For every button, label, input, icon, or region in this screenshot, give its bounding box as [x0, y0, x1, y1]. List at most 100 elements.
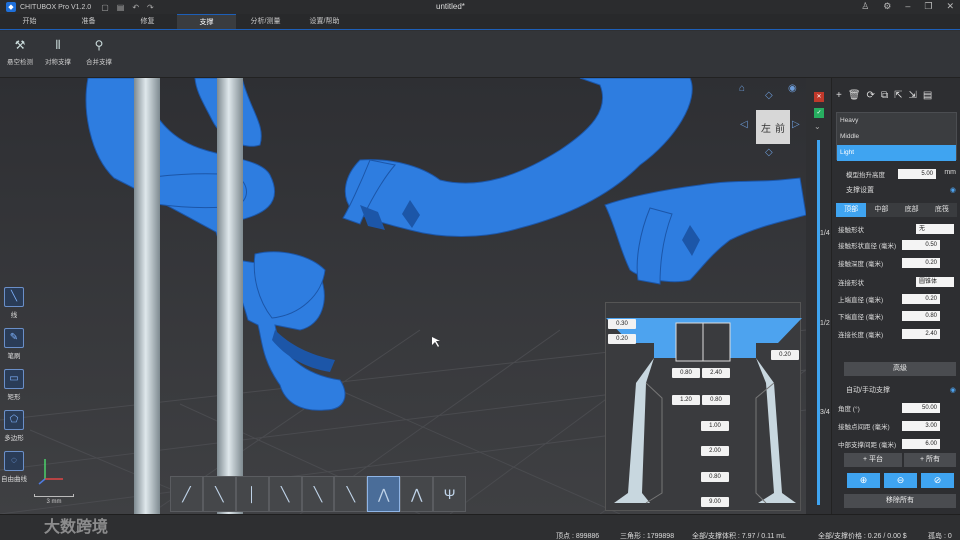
nav-cube[interactable]: 左 前	[756, 110, 790, 144]
new-file-icon[interactable]: ▢	[101, 3, 109, 12]
support-type-7[interactable]: ⋀	[367, 476, 401, 512]
title-bar: ◆ CHITUBOX Pro V1.2.0 ▢ ▤ ↶ ↷ untitled* …	[0, 0, 960, 14]
edit-support-button[interactable]: ⊘	[921, 473, 954, 488]
angle-row: 角度 (°) 50.00	[838, 403, 958, 413]
mirror-support-button[interactable]: ⫴ 对称支撑	[38, 38, 78, 66]
freehand-icon: ◌	[4, 451, 24, 471]
rotate-right-icon[interactable]: ▷	[792, 119, 800, 130]
export-icon[interactable]: ⇱	[894, 90, 902, 101]
add-platform-button[interactable]: + 平台	[844, 453, 902, 467]
tab-raft[interactable]: 底筏	[926, 203, 957, 217]
save-icon[interactable]: ▤	[117, 3, 125, 12]
remove-support-button[interactable]: ⊖	[884, 473, 917, 488]
diagram-value-top-a: 0.30	[608, 319, 636, 329]
auto-manual-header[interactable]: 自动/手动支撑 ◉	[836, 384, 960, 397]
add-all-button[interactable]: + 所有	[904, 453, 956, 467]
tab-start[interactable]: 开始	[0, 14, 59, 29]
restore-button[interactable]: ❐	[924, 1, 932, 12]
connection-length-input[interactable]: 2.40	[902, 329, 940, 339]
tab-middle[interactable]: 中部	[866, 203, 897, 217]
lift-height-input[interactable]: 5.00	[898, 169, 936, 179]
mid-spacing-input[interactable]: 6.00	[902, 439, 940, 449]
visibility-eye-icon[interactable]: ◉	[950, 184, 956, 197]
line-tool[interactable]: ╲ 线	[0, 287, 28, 326]
remove-all-button[interactable]: 移除所有	[844, 494, 956, 508]
save-profile-icon[interactable]: ▤	[923, 90, 932, 101]
import-icon[interactable]: ⇲	[908, 90, 916, 101]
tab-repair[interactable]: 修复	[118, 14, 177, 29]
lower-diameter-input[interactable]: 0.80	[902, 311, 940, 321]
redo-icon[interactable]: ↷	[147, 3, 154, 12]
rotate-up-icon[interactable]: ◇	[765, 90, 773, 101]
rectangle-tool[interactable]: ▭ 矩形	[0, 369, 28, 408]
support-settings-header[interactable]: 支撑设置 ◉	[836, 184, 960, 197]
support-type-1[interactable]: ╱	[170, 476, 203, 512]
angle-input[interactable]: 50.00	[902, 403, 940, 413]
slider-confirm-icon[interactable]: ✓	[814, 108, 824, 118]
rotate-left-icon[interactable]: ◁	[740, 119, 748, 130]
brush-tool[interactable]: ✎ 笔刷	[0, 328, 28, 367]
tab-top[interactable]: 顶部	[836, 203, 867, 217]
merge-support-button[interactable]: ⚲ 合并支撑	[79, 38, 119, 66]
add-support-button[interactable]: ⊕	[847, 473, 880, 488]
support-type-2[interactable]: ╲	[202, 476, 236, 512]
support-pole-2[interactable]	[217, 78, 243, 514]
connection-shape-select[interactable]: 圆锥体	[916, 277, 954, 287]
polygon-icon: ⬠	[4, 410, 24, 430]
support-type-9[interactable]: Ψ	[433, 476, 467, 512]
layer-slider[interactable]: ✕ ✓ ⌄ 1/4 1/2 3/4	[806, 78, 831, 514]
support-type-3[interactable]: │	[235, 476, 269, 512]
document-title: untitled*	[436, 2, 465, 11]
contact-shape-select[interactable]: 无	[916, 224, 954, 234]
diagram-value-v2: 2.00	[701, 446, 729, 456]
polygon-tool[interactable]: ⬠ 多边形	[0, 410, 28, 449]
contact-spacing-input[interactable]: 3.00	[902, 421, 940, 431]
tab-bottom[interactable]: 底部	[896, 203, 927, 217]
delete-icon[interactable]: 🗑	[848, 90, 861, 101]
account-icon[interactable]: ♙	[861, 1, 869, 12]
tab-analysis[interactable]: 分析/测量	[236, 14, 295, 29]
contact-depth-input[interactable]: 0.20	[902, 258, 940, 268]
tab-support[interactable]: 支撑	[177, 14, 236, 29]
minimize-button[interactable]: –	[905, 1, 910, 12]
add-icon[interactable]: +	[836, 90, 842, 101]
profile-heavy[interactable]: Heavy	[837, 113, 956, 129]
advanced-button[interactable]: 高级	[844, 362, 956, 376]
diagram-value-v4: 9.00	[701, 497, 729, 507]
nav-cube-front[interactable]: 前	[775, 120, 785, 135]
brush-tool-label: 笔刷	[7, 353, 21, 360]
auto-visibility-eye-icon[interactable]: ◉	[950, 384, 956, 397]
rotate-down-icon[interactable]: ◇	[765, 147, 773, 158]
view-eye-icon[interactable]: ◉	[788, 83, 797, 94]
hollow-detect-button[interactable]: ⚒ 悬空检测	[0, 38, 40, 66]
contact-diameter-label: 接触形状直径 (毫米)	[838, 243, 897, 250]
refresh-icon[interactable]: ⟳	[867, 90, 875, 101]
diagram-value-v3: 0.80	[701, 472, 729, 482]
undo-icon[interactable]: ↶	[132, 3, 139, 12]
copy-icon[interactable]: ⧉	[881, 90, 888, 101]
nav-cube-left[interactable]: 左	[761, 120, 771, 135]
profile-light[interactable]: Light	[837, 145, 956, 161]
close-button[interactable]: ✕	[946, 1, 954, 12]
upper-diameter-input[interactable]: 0.20	[902, 294, 940, 304]
support-type-6[interactable]: ╲	[334, 476, 368, 512]
slider-close-icon[interactable]: ✕	[814, 92, 824, 102]
contact-diameter-input[interactable]: 0.50	[902, 240, 940, 250]
settings-icon[interactable]: ⚙	[883, 1, 891, 12]
slider-collapse-icon[interactable]: ⌄	[814, 122, 821, 131]
brush-icon: ✎	[4, 328, 24, 348]
diagram-value-v1: 1.00	[701, 421, 729, 431]
diagram-value-mid-left: 0.80	[672, 368, 700, 378]
support-type-5[interactable]: ╲	[301, 476, 335, 512]
home-view-icon[interactable]: ⌂	[739, 83, 745, 94]
support-pole-1[interactable]	[134, 78, 160, 514]
tab-settings-help[interactable]: 设置/帮助	[295, 14, 354, 29]
profile-middle[interactable]: Middle	[837, 129, 956, 145]
contact-depth-row: 接触深度 (毫米) 0.20	[838, 258, 958, 268]
scale-label: 3 mm	[46, 499, 62, 505]
tab-prepare[interactable]: 准备	[59, 14, 118, 29]
angle-label: 角度 (°)	[838, 406, 860, 413]
support-type-4[interactable]: ╲	[268, 476, 302, 512]
support-type-8[interactable]: ⋀	[400, 476, 434, 512]
freehand-tool[interactable]: ◌ 自由曲线	[0, 451, 28, 490]
